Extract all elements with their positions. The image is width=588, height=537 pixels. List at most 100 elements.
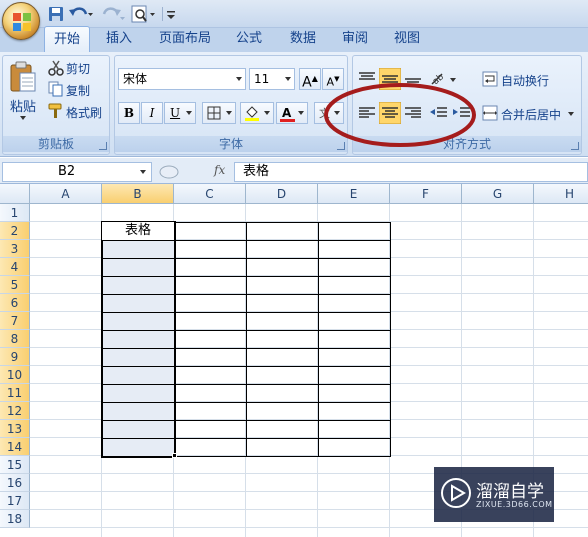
copy-button[interactable]: 复制: [66, 82, 90, 99]
column-header-d[interactable]: D: [246, 184, 318, 204]
insert-function-button[interactable]: fx: [214, 163, 225, 177]
fill-handle[interactable]: [172, 453, 177, 458]
increase-font-size-button[interactable]: A▲: [299, 68, 321, 91]
save-icon[interactable]: [48, 5, 64, 23]
row-header-3[interactable]: 3: [0, 240, 30, 258]
table-cell-border: [318, 348, 391, 367]
column-header-e[interactable]: E: [318, 184, 390, 204]
align-top-icon[interactable]: [356, 68, 378, 90]
print-preview-icon[interactable]: [130, 5, 158, 23]
tab-home[interactable]: 开始: [44, 26, 90, 53]
row-header-9[interactable]: 9: [0, 348, 30, 366]
align-bottom-icon[interactable]: [402, 68, 424, 90]
table-cell-border: [246, 402, 319, 421]
merge-center-icon[interactable]: [482, 105, 498, 121]
dialog-launcher-icon[interactable]: [571, 142, 579, 150]
column-header-g[interactable]: G: [462, 184, 534, 204]
clipboard-group-label: 剪贴板: [3, 136, 109, 152]
fill-color-button[interactable]: [240, 102, 274, 124]
align-left-icon[interactable]: [356, 102, 378, 124]
table-cell-border: [174, 276, 247, 295]
select-all-corner[interactable]: [0, 184, 30, 204]
name-box[interactable]: B2: [2, 162, 152, 182]
align-middle-icon[interactable]: [379, 68, 401, 90]
row-header-14[interactable]: 14: [0, 438, 30, 456]
column-header-b[interactable]: B: [102, 184, 174, 204]
align-center-icon[interactable]: [379, 102, 401, 124]
format-painter-icon[interactable]: [48, 103, 64, 119]
tab-view[interactable]: 视图: [386, 26, 428, 53]
customize-icon[interactable]: [166, 5, 176, 23]
merge-center-button[interactable]: 合并后居中: [501, 106, 561, 123]
row-header-13[interactable]: 13: [0, 420, 30, 438]
row-header-11[interactable]: 11: [0, 384, 30, 402]
row-header-12[interactable]: 12: [0, 402, 30, 420]
chevron-down-icon[interactable]: [568, 112, 574, 116]
tab-data[interactable]: 数据: [282, 26, 324, 53]
decrease-font-size-button[interactable]: A▼: [322, 68, 344, 90]
align-right-icon[interactable]: [402, 102, 424, 124]
row-header-15[interactable]: 15: [0, 456, 30, 474]
table-cell-border: [174, 240, 247, 259]
format-painter-button[interactable]: 格式刷: [66, 104, 102, 121]
decrease-indent-icon[interactable]: [428, 102, 450, 124]
wrap-text-icon[interactable]: [482, 71, 498, 87]
row-header-18[interactable]: 18: [0, 510, 30, 528]
row-header-10[interactable]: 10: [0, 366, 30, 384]
table-cell-border: [318, 222, 391, 241]
chevron-down-icon: [285, 77, 291, 81]
row-header-17[interactable]: 17: [0, 492, 30, 510]
phonetic-guide-button[interactable]: 文: [314, 102, 344, 124]
row-header-7[interactable]: 7: [0, 312, 30, 330]
bold-button[interactable]: B: [118, 102, 140, 124]
table-cell-border: [246, 348, 319, 367]
dialog-launcher-icon[interactable]: [337, 142, 345, 150]
font-size-dropdown[interactable]: 11: [249, 68, 295, 90]
cell-b2[interactable]: 表格: [102, 222, 174, 240]
tab-insert[interactable]: 插入: [98, 26, 140, 53]
italic-button[interactable]: I: [141, 102, 163, 124]
row-header-4[interactable]: 4: [0, 258, 30, 276]
redo-icon[interactable]: [100, 5, 126, 23]
row-header-8[interactable]: 8: [0, 330, 30, 348]
row-header-2[interactable]: 2: [0, 222, 30, 240]
name-box-value: B2: [58, 164, 76, 179]
table-cell-border: [174, 438, 247, 457]
row-header-1[interactable]: 1: [0, 204, 30, 222]
table-cell-border: [174, 348, 247, 367]
table-cell-border: [318, 420, 391, 439]
dialog-launcher-icon[interactable]: [99, 142, 107, 150]
tab-formulas[interactable]: 公式: [228, 26, 270, 53]
tab-review[interactable]: 审阅: [334, 26, 376, 53]
column-header-f[interactable]: F: [390, 184, 462, 204]
column-header-a[interactable]: A: [30, 184, 102, 204]
row-header-5[interactable]: 5: [0, 276, 30, 294]
row-header-16[interactable]: 16: [0, 474, 30, 492]
cut-icon[interactable]: [48, 60, 64, 76]
column-header-c[interactable]: C: [174, 184, 246, 204]
table-cell-border: [318, 402, 391, 421]
office-button[interactable]: [2, 2, 40, 40]
paste-button[interactable]: 粘贴: [10, 96, 36, 115]
borders-button[interactable]: [202, 102, 236, 124]
column-header-h[interactable]: H: [534, 184, 588, 204]
table-cell-border: [246, 294, 319, 313]
paste-icon[interactable]: [8, 60, 38, 94]
cut-button[interactable]: 剪切: [66, 60, 90, 77]
table-cell-border: [318, 438, 391, 457]
orientation-icon[interactable]: ab: [428, 68, 460, 90]
tab-page-layout[interactable]: 页面布局: [152, 26, 218, 53]
font-name-dropdown[interactable]: 宋体: [118, 68, 246, 90]
underline-button[interactable]: U: [164, 102, 196, 124]
font-color-button[interactable]: A: [276, 102, 308, 124]
undo-icon[interactable]: [68, 5, 94, 23]
copy-icon[interactable]: [48, 81, 64, 97]
expand-toggle-icon[interactable]: [158, 164, 180, 180]
table-cell-border: [318, 384, 391, 403]
wrap-text-button[interactable]: 自动换行: [501, 72, 549, 89]
row-header-6[interactable]: 6: [0, 294, 30, 312]
table-cell-border: [174, 366, 247, 385]
formula-input[interactable]: 表格: [234, 162, 588, 182]
increase-indent-icon[interactable]: [451, 102, 473, 124]
paste-dropdown-icon[interactable]: [20, 116, 26, 120]
